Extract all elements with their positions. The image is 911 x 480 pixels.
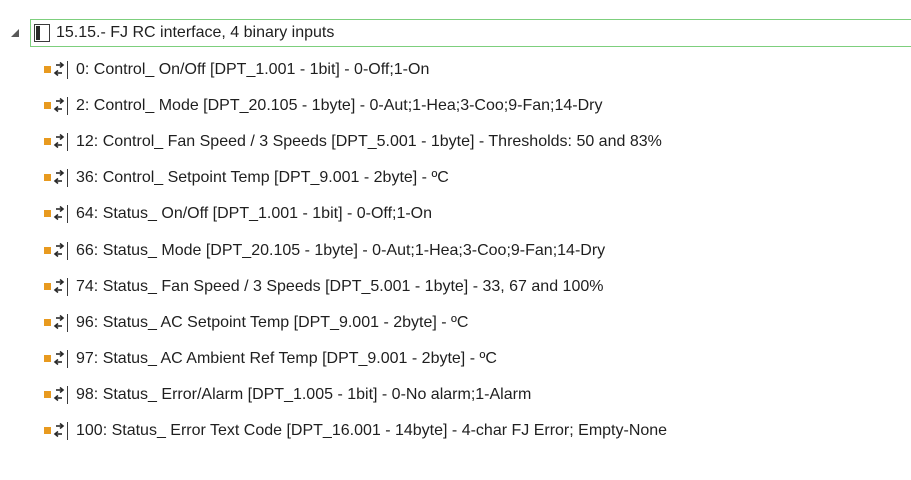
communication-object-icon xyxy=(44,241,74,260)
communication-object-icon xyxy=(44,133,74,152)
tree-node-object[interactable]: 98: Status_ Error/Alarm [DPT_1.005 - 1bi… xyxy=(44,380,531,410)
object-node-label: 0: Control_ On/Off [DPT_1.001 - 1bit] - … xyxy=(76,61,430,78)
object-node-label: 66: Status_ Mode [DPT_20.105 - 1byte] - … xyxy=(76,241,606,259)
communication-object-icon xyxy=(44,422,74,440)
communication-object-icon xyxy=(44,61,74,79)
expand-triangle-icon[interactable] xyxy=(4,18,26,48)
tree-node-object[interactable]: 2: Control_ Mode [DPT_20.105 - 1byte] - … xyxy=(44,91,602,121)
object-node-label: 36: Control_ Setpoint Temp [DPT_9.001 - … xyxy=(76,169,449,187)
knx-device-icon xyxy=(34,24,52,42)
object-node-label: 97: Status_ AC Ambient Ref Temp [DPT_9.0… xyxy=(76,349,497,367)
tree-node-object[interactable]: 74: Status_ Fan Speed / 3 Speeds [DPT_5.… xyxy=(44,272,603,302)
tree-node-object[interactable]: 12: Control_ Fan Speed / 3 Speeds [DPT_5… xyxy=(44,127,662,157)
communication-object-icon xyxy=(44,277,74,296)
object-tree: 15.15.- FJ RC interface, 4 binary inputs… xyxy=(0,0,911,480)
object-node-label: 98: Status_ Error/Alarm [DPT_1.005 - 1bi… xyxy=(76,385,532,403)
communication-object-icon xyxy=(44,385,74,404)
communication-object-icon xyxy=(44,349,74,368)
expand-triangle-icon xyxy=(11,29,19,37)
object-node-label: 2: Control_ Mode [DPT_20.105 - 1byte] - … xyxy=(76,97,603,115)
tree-node-object[interactable]: 66: Status_ Mode [DPT_20.105 - 1byte] - … xyxy=(44,236,605,266)
tree-node-object[interactable]: 0: Control_ On/Off [DPT_1.001 - 1bit] - … xyxy=(44,55,429,85)
tree-node-object[interactable]: 96: Status_ AC Setpoint Temp [DPT_9.001 … xyxy=(44,308,468,338)
object-node-label: 96: Status_ AC Setpoint Temp [DPT_9.001 … xyxy=(76,313,469,331)
object-node-label: 12: Control_ Fan Speed / 3 Speeds [DPT_5… xyxy=(76,133,662,151)
tree-node-object[interactable]: 36: Control_ Setpoint Temp [DPT_9.001 - … xyxy=(44,163,449,193)
tree-node-object[interactable]: 97: Status_ AC Ambient Ref Temp [DPT_9.0… xyxy=(44,344,497,374)
device-node-label: 15.15.- FJ RC interface, 4 binary inputs xyxy=(56,24,335,41)
communication-object-icon xyxy=(44,205,74,224)
communication-object-icon xyxy=(44,313,74,332)
object-node-label: 74: Status_ Fan Speed / 3 Speeds [DPT_5.… xyxy=(76,277,604,295)
tree-node-object[interactable]: 64: Status_ On/Off [DPT_1.001 - 1bit] - … xyxy=(44,199,432,229)
object-node-label: 100: Status_ Error Text Code [DPT_16.001… xyxy=(76,422,668,439)
tree-node-object[interactable]: 100: Status_ Error Text Code [DPT_16.001… xyxy=(44,416,667,446)
tree-node-device[interactable]: 15.15.- FJ RC interface, 4 binary inputs xyxy=(0,18,911,48)
communication-object-icon xyxy=(44,169,74,188)
selected-node-box[interactable]: 15.15.- FJ RC interface, 4 binary inputs xyxy=(30,19,911,47)
communication-object-icon xyxy=(44,97,74,116)
object-node-label: 64: Status_ On/Off [DPT_1.001 - 1bit] - … xyxy=(76,205,433,223)
